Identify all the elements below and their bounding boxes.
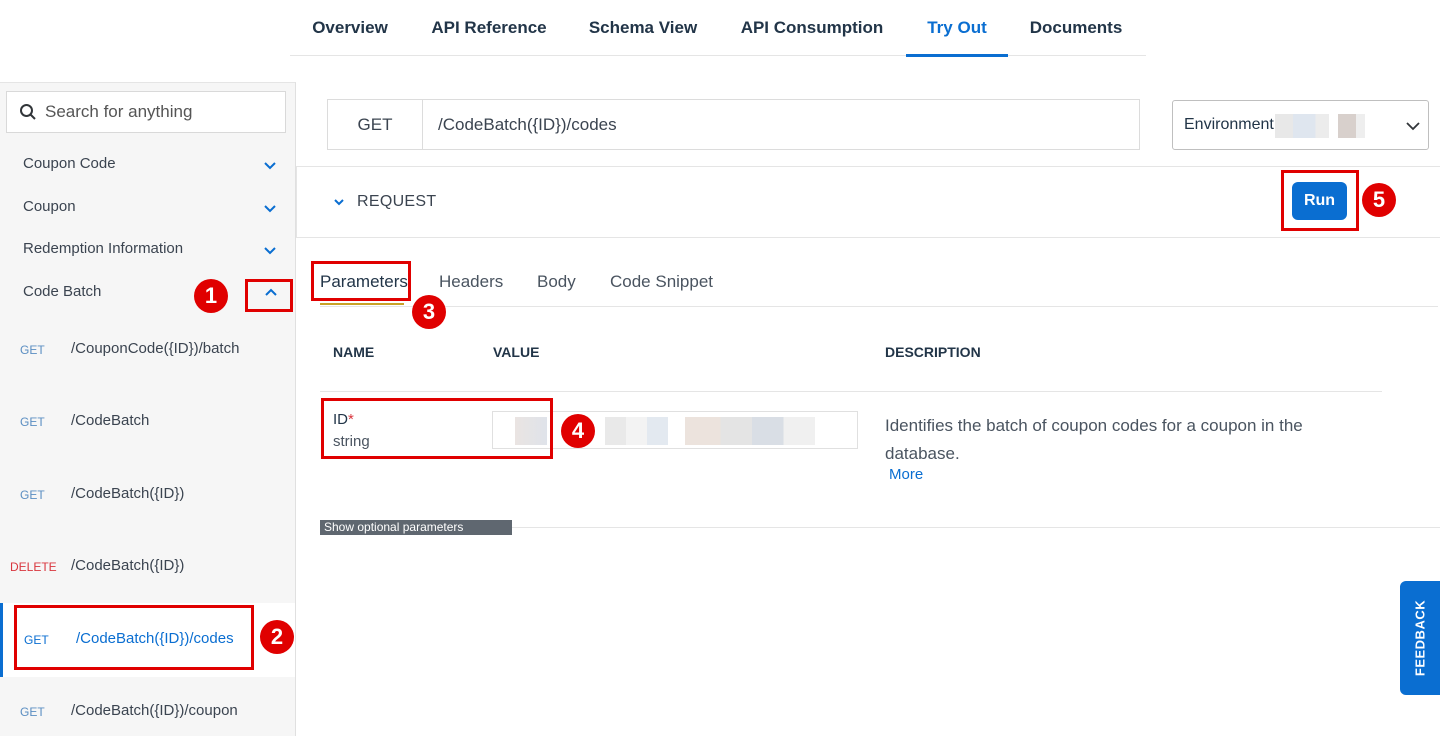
request-tab-bar: Parameters Headers Body Code Snippet — [320, 262, 1438, 307]
tab-api-consumption[interactable]: API Consumption — [718, 0, 906, 56]
param-description: Identifies the batch of coupon codes for… — [885, 416, 1303, 463]
method-label: DELETE — [10, 560, 57, 574]
active-indicator — [0, 603, 3, 677]
request-section-header[interactable]: REQUEST — [296, 166, 1440, 238]
sidebar-endpoint[interactable]: GET /CodeBatch — [0, 407, 295, 437]
sidebar-endpoint[interactable]: DELETE /CodeBatch({ID}) — [0, 552, 295, 582]
method-label: GET — [20, 488, 45, 502]
top-tab-bar: Overview API Reference Schema View API C… — [290, 0, 1146, 57]
tab-overview[interactable]: Overview — [290, 0, 410, 56]
sidebar-endpoint[interactable]: GET /CouponCode({ID})/batch — [0, 335, 295, 365]
tab-try-out[interactable]: Try Out — [906, 0, 1008, 57]
tab-code-snippet[interactable]: Code Snippet — [610, 272, 713, 292]
show-optional-parameters-button[interactable]: Show optional parameters — [320, 520, 512, 535]
sidebar-category-coupon-code[interactable]: Coupon Code — [23, 155, 116, 172]
search-icon — [20, 104, 36, 120]
environment-select[interactable]: Environment: c — [1172, 100, 1429, 150]
active-tab-underline — [320, 303, 404, 305]
sidebar-category-coupon[interactable]: Coupon — [23, 198, 76, 215]
annotation-badge: 4 — [561, 414, 595, 448]
tab-api-reference[interactable]: API Reference — [410, 0, 568, 56]
sidebar-endpoint[interactable]: GET /CodeBatch({ID})/coupon — [0, 697, 295, 727]
feedback-label: FEEDBACK — [1412, 599, 1428, 677]
endpoint-path: /CodeBatch({ID}) — [71, 557, 185, 574]
annotation-badge: 3 — [412, 295, 446, 329]
method-label: GET — [20, 705, 45, 719]
chevron-down-icon[interactable] — [262, 157, 278, 173]
sidebar-category-code-batch[interactable]: Code Batch — [23, 283, 101, 300]
column-header-value: VALUE — [493, 344, 540, 360]
chevron-down-icon[interactable] — [262, 242, 278, 258]
request-section-label: REQUEST — [357, 193, 437, 210]
tab-documents[interactable]: Documents — [1008, 0, 1144, 56]
annotation-highlight — [245, 279, 293, 312]
endpoint-path: /CouponCode({ID})/batch — [71, 340, 240, 357]
chevron-down-icon — [334, 199, 344, 206]
annotation-highlight — [321, 398, 553, 459]
chevron-down-icon — [1406, 122, 1420, 131]
table-divider — [320, 391, 1382, 392]
annotation-highlight — [1281, 170, 1359, 231]
value-redacted — [605, 417, 815, 445]
tab-body[interactable]: Body — [537, 272, 576, 292]
tab-headers[interactable]: Headers — [439, 272, 503, 292]
tab-schema-view[interactable]: Schema View — [568, 0, 718, 56]
annotation-badge: 1 — [194, 279, 228, 313]
annotation-highlight — [311, 261, 411, 301]
endpoint-path: /CodeBatch({ID}) — [71, 485, 185, 502]
method-label: GET — [20, 343, 45, 357]
http-method: GET — [327, 99, 423, 150]
annotation-badge: 5 — [1362, 183, 1396, 217]
sidebar-category-redemption-information[interactable]: Redemption Information — [23, 240, 183, 257]
sidebar-endpoint[interactable]: GET /CodeBatch({ID}) — [0, 480, 295, 510]
search-input[interactable] — [45, 102, 265, 122]
endpoint-path: /CodeBatch({ID})/coupon — [71, 702, 238, 719]
more-link[interactable]: More — [889, 466, 923, 483]
column-header-description: DESCRIPTION — [885, 344, 981, 360]
annotation-highlight — [14, 605, 254, 670]
chevron-down-icon[interactable] — [262, 200, 278, 216]
feedback-button[interactable]: FEEDBACK — [1400, 581, 1440, 695]
request-url: /CodeBatch({ID})/codes — [422, 99, 1140, 150]
method-label: GET — [20, 415, 45, 429]
column-header-name: NAME — [333, 344, 375, 360]
search-box[interactable] — [6, 91, 286, 133]
annotation-badge: 2 — [260, 620, 294, 654]
endpoint-path: /CodeBatch — [71, 412, 150, 429]
environment-value-redacted — [1275, 114, 1365, 138]
